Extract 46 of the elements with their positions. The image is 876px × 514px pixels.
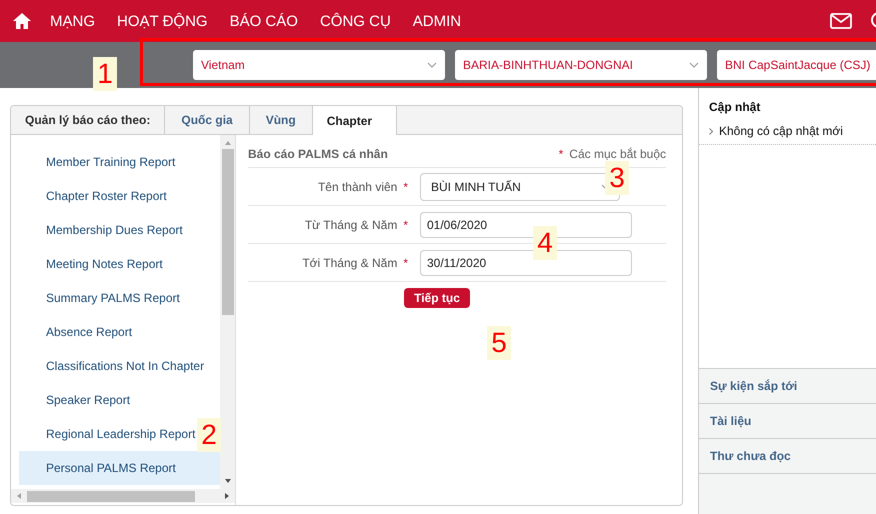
sidebar-section[interactable]: Thư chưa đọc (699, 438, 876, 473)
tab[interactable]: Chapter (312, 106, 398, 135)
form-title: Báo cáo PALMS cá nhân (248, 147, 388, 161)
required-note: * Các mục bắt buộc (558, 147, 666, 161)
annotation-number: 5 (487, 326, 511, 360)
filter-dropdown[interactable]: BNI CapSaintJacque (CSJ) (717, 50, 876, 80)
update-item: Không có cập nhật mới (719, 124, 843, 138)
scroll-right-icon[interactable] (223, 492, 231, 500)
sidebar-section[interactable]: Sự kiện sắp tới (699, 368, 876, 403)
continue-button[interactable]: Tiếp tục (404, 288, 470, 308)
field-label: Tên thành viên * (316, 180, 409, 194)
tabs-label: Quản lý báo cáo theo: (11, 106, 166, 134)
filter-dropdown[interactable]: BARIA-BINHTHUAN-DONGNAI (455, 50, 707, 80)
nav-menu-item[interactable]: MẠNG (50, 12, 95, 30)
nav-menu-item[interactable]: CÔNG CỤ (320, 12, 391, 30)
annotation-number: 4 (533, 226, 557, 260)
report-list-item[interactable]: Speaker Report (19, 383, 130, 417)
filter-dropdown[interactable]: Vietnam (193, 50, 445, 80)
report-list-item[interactable]: Regional Leadership Report (19, 417, 196, 451)
report-list-item[interactable]: Personal PALMS Report (19, 451, 220, 485)
updates-heading: Cập nhật (708, 99, 762, 116)
scroll-down-icon[interactable] (224, 477, 232, 485)
chevron-down-icon (689, 62, 699, 68)
tab[interactable]: Quốc gia (165, 106, 250, 134)
annotation-number: 3 (605, 161, 629, 195)
report-list-item[interactable]: Absence Report (19, 315, 132, 349)
nav-menu-item[interactable]: HOẠT ĐỘNG (117, 12, 208, 30)
annotation-number: 2 (197, 418, 221, 452)
field-label: Từ Tháng & Năm * (304, 218, 409, 232)
nav-menu-item[interactable]: BÁO CÁO (230, 12, 298, 30)
vertical-scrollbar[interactable] (220, 135, 235, 489)
nav-menu-item[interactable]: ADMIN (412, 12, 462, 30)
sidebar-section[interactable]: Tài liệu (699, 403, 876, 438)
chevron-down-icon (427, 62, 437, 68)
report-list-item[interactable]: Chapter Roster Report (19, 179, 167, 213)
report-list-item[interactable]: Summary PALMS Report (19, 281, 180, 315)
report-list-item[interactable]: Membership Dues Report (19, 213, 183, 247)
report-list-item[interactable]: Member Training Report (19, 145, 176, 179)
report-list-item[interactable]: Classifications Not In Chapter (19, 349, 204, 383)
caret-icon (709, 128, 713, 134)
field-label: Tới Tháng & Năm * (301, 256, 409, 270)
home-icon[interactable] (12, 11, 32, 31)
annotation-number: 1 (93, 57, 117, 91)
horizontal-scrollbar[interactable] (11, 489, 235, 503)
report-list-item[interactable]: Meeting Notes Report (19, 247, 163, 281)
mail-icon[interactable] (830, 13, 852, 29)
